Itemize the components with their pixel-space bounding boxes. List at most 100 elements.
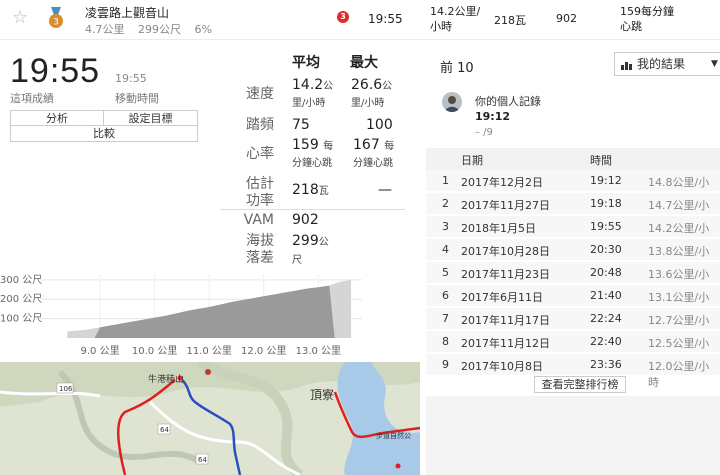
- table-row[interactable]: 12017年12月2日19:1214.8公里/小時: [426, 170, 720, 205]
- row-time: 20:48: [590, 266, 622, 279]
- power-avg-value: 218: [292, 182, 319, 198]
- avatar: [442, 92, 462, 112]
- chevron-down-icon: ▼: [711, 59, 718, 69]
- row-date: 2017年6月11日: [461, 291, 543, 304]
- personal-record-time: 19:12: [475, 110, 511, 123]
- segment-name-link[interactable]: 凌雲路上觀音山: [85, 4, 169, 21]
- segment-vam: 902: [556, 12, 577, 25]
- row-rank: 5: [442, 266, 449, 279]
- elevation-value: 299公: [292, 234, 329, 250]
- x-tick-label: 12.0 公里: [241, 345, 286, 357]
- analyze-button[interactable]: 分析: [11, 111, 104, 126]
- elevation-value-number: 299: [292, 233, 319, 249]
- moving-time: 19:55: [115, 72, 147, 85]
- heartrate-avg-unit-line: 分鐘心跳: [292, 155, 332, 171]
- cadence-avg: 75: [292, 117, 310, 133]
- segment-map[interactable]: 牛港稜山 頂寮 106 64 64 步道自然公: [0, 362, 420, 475]
- row-rank: 2: [442, 197, 449, 210]
- map-label-peak: 牛港稜山: [148, 373, 184, 385]
- table-row[interactable]: 42017年10月28日20:3013.8公里/小時: [426, 239, 720, 274]
- elevation-label-1: 海拔: [246, 233, 274, 249]
- personal-record-title: 你的個人記錄: [475, 95, 541, 108]
- row-rank: 6: [442, 289, 449, 302]
- table-row[interactable]: 32018年1月5日19:5514.2公里/小時: [426, 216, 720, 251]
- star-icon[interactable]: ☆: [12, 8, 28, 28]
- speed-max-unit: 公: [382, 81, 393, 92]
- segment-elevation-area: [94, 285, 335, 338]
- row-date: 2017年10月8日: [461, 360, 543, 373]
- map-label-trail: 步道自然公: [376, 431, 411, 440]
- segment-distance: 4.7公里: [85, 23, 125, 36]
- vam-label: VAM: [243, 212, 274, 228]
- elevation-unit-line: 尺: [292, 252, 302, 268]
- leaderboard-filter-label: 我的結果: [637, 57, 686, 71]
- effort-action-buttons: 分析 設定目標 比較: [10, 110, 198, 142]
- row-date: 2017年12月2日: [461, 176, 543, 189]
- table-row[interactable]: 9 2017年10月8日 23:36 12.0公里/小時: [426, 354, 720, 389]
- table-row[interactable]: 22017年11月27日19:1814.7公里/小時: [426, 193, 720, 228]
- personal-record-rank: – /9: [475, 127, 493, 138]
- date-column-header: 日期: [461, 154, 483, 167]
- heartrate-label: 心率: [246, 146, 274, 162]
- svg-text:3: 3: [53, 18, 59, 28]
- row-time: 19:55: [590, 220, 622, 233]
- row-date: 2017年11月17日: [461, 314, 550, 327]
- table-row[interactable]: 82017年11月12日22:4012.5公里/小時: [426, 331, 720, 366]
- heartrate-max-unit: 每: [384, 141, 395, 152]
- heartrate-max-unit2: 分鐘心跳: [353, 158, 393, 169]
- speed-max-value: 26.6: [351, 77, 383, 93]
- segment-grade: 6%: [194, 23, 212, 36]
- elevation-label-2: 落差: [246, 250, 274, 266]
- row-date: 2017年11月12日: [461, 337, 550, 350]
- compare-button[interactable]: 比較: [11, 126, 197, 141]
- rank-badge: 3: [337, 11, 349, 23]
- heartrate-max-value: 167: [353, 137, 380, 153]
- segment-header-row: ☆ 3 凌雲路上觀音山 4.7公里 299公尺 6% 3 19:55 14.2公…: [0, 0, 720, 40]
- speed-avg-unit-line: 里/小時: [292, 95, 325, 111]
- leaderboard-filter-select[interactable]: 我的結果 ▼: [614, 52, 720, 76]
- leaderboard-title: 前 10: [440, 61, 474, 76]
- heartrate-avg: 159 每: [292, 138, 333, 154]
- speed-max: 26.6公: [351, 78, 392, 94]
- map-label-road-64: 64: [160, 426, 169, 434]
- power-avg-unit: 瓦: [318, 186, 329, 197]
- table-row[interactable]: 72017年11月17日22:2412.7公里/小時: [426, 308, 720, 343]
- leaderboard-header-row: 日期 時間: [426, 148, 720, 170]
- elevation-unit2: 尺: [292, 255, 302, 266]
- time-column-header: 時間: [590, 154, 612, 167]
- avg-column-header: 平均: [292, 55, 320, 71]
- view-full-leaderboard-button[interactable]: 查看完整排行榜: [534, 376, 626, 393]
- segment-speed: 14.2公里/小時: [430, 5, 481, 33]
- speed-avg-value: 14.2: [292, 77, 324, 93]
- row-rank: 8: [442, 335, 449, 348]
- segment-elevation: 299公尺: [138, 23, 181, 36]
- set-goal-button[interactable]: 設定目標: [104, 111, 197, 126]
- power-label-2: 功率: [246, 193, 274, 209]
- speed-max-unit-line: 里/小時: [351, 95, 384, 111]
- segment-power: 218瓦: [494, 14, 526, 27]
- x-tick-label: 11.0 公里: [186, 345, 231, 357]
- elevation-profile-chart[interactable]: 100 公尺 200 公尺 300 公尺 9.0 公里 10.0 公里 11.0 公里 12…: [0, 268, 372, 358]
- map-pin-icon: [395, 463, 401, 469]
- vam-value: 902: [292, 212, 319, 228]
- y-tick-label: 300 公尺: [0, 274, 42, 286]
- power-label-1: 估計: [246, 176, 274, 192]
- table-row[interactable]: 52017年11月23日20:4813.6公里/小時: [426, 262, 720, 297]
- avatar-image-icon: [442, 92, 462, 112]
- row-date: 2017年10月28日: [461, 245, 550, 258]
- heartrate-max-unit-line: 分鐘心跳: [353, 155, 393, 171]
- elevation-unit: 公: [318, 237, 329, 248]
- table-row[interactable]: 62017年6月11日21:4013.1公里/小時: [426, 285, 720, 320]
- row-rank: 3: [442, 220, 449, 233]
- row-date: 2017年11月23日: [461, 268, 550, 281]
- row-rank: 4: [442, 243, 449, 256]
- speed-avg-unit: 公: [323, 81, 334, 92]
- power-max: —: [378, 182, 392, 198]
- elapsed-time-label: 這項成績: [10, 92, 54, 105]
- segment-time: 19:55: [368, 12, 403, 26]
- row-time: 21:40: [590, 289, 622, 302]
- metrics-divider: [220, 209, 405, 210]
- row-time: 23:36: [590, 358, 622, 371]
- speed-max-unit2: 里/小時: [351, 98, 385, 109]
- row-time: 20:30: [590, 243, 622, 256]
